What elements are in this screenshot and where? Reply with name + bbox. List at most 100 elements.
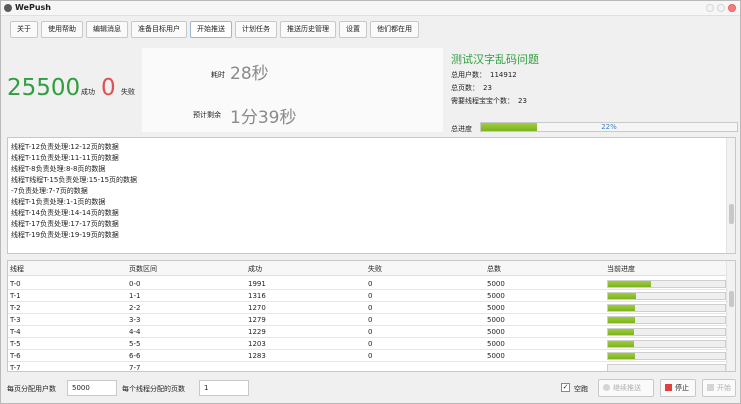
tab-3[interactable]: 准备目标用户 [131,21,187,38]
table-row[interactable]: T-0 0-0 1991 0 5000 [8,278,728,290]
remaining-label: 预计剩余 [193,111,221,119]
table-cell: T-7 [10,364,21,372]
table-row[interactable]: T-1 1-1 1316 0 5000 [8,290,728,302]
play-icon [707,384,714,391]
table-cell: T-5 [10,340,21,348]
tab-6[interactable]: 推送历史管理 [280,21,336,38]
row-progress-bar [607,352,726,360]
table-row[interactable]: T-2 2-2 1270 0 5000 [8,302,728,314]
table-cell: 5000 [487,340,505,348]
row-progress-bar [607,304,726,312]
maximize-icon[interactable] [717,4,725,12]
table-header: 线程 页数区间 成功 失败 总数 当前进度 [8,261,728,276]
app-logo-icon [4,4,12,12]
log-area[interactable]: 线程T-12负责处理:12-12页的数据 线程T-11负责处理:11-11页的数据… [7,137,736,254]
tab-1[interactable]: 使用帮助 [41,21,83,38]
table-cell: 0 [368,316,373,324]
table-cell: 5000 [487,292,505,300]
row-progress-bar [607,328,726,336]
table-cell: 0 [368,292,373,300]
table-cell: 5000 [487,328,505,336]
table-cell: 5000 [487,316,505,324]
summary-panel: 测试汉字乱码问题 总用户数： 114912 总页数： 23 需要线程宝宝个数： 23 [443,48,740,132]
table-cell: 7-7 [129,364,141,372]
window-controls [706,4,736,12]
table-cell: T-0 [10,280,21,288]
column-header[interactable]: 总数 [487,264,501,274]
row-progress-fill [608,341,634,347]
tab-bar: 关于 使用帮助 编辑消息 准备目标用户 开始推送 计划任务 推送历史管理 设置 他们都在用 [10,21,419,39]
table-cell: 5000 [487,304,505,312]
table-cell: 1283 [248,352,266,360]
table-cell: 4-4 [129,328,141,336]
table-cell: 3-3 [129,316,141,324]
table-cell: 1270 [248,304,266,312]
table-cell: 0 [368,280,373,288]
tab-4[interactable]: 开始推送 [190,21,232,38]
column-header[interactable]: 成功 [248,264,262,274]
total-pages-info: 总页数： 23 [451,83,492,93]
start-button[interactable]: 开始 [702,379,736,397]
table-cell: T-4 [10,328,21,336]
log-line: 线程T-14负责处理:14-14页的数据 [11,209,119,217]
column-header[interactable]: 失败 [368,264,382,274]
log-scrollbar[interactable] [726,138,735,253]
table-row[interactable]: T-7 7-7 [8,362,728,372]
users-per-page-label: 每页分配用户数 [7,385,56,393]
table-cell: T-2 [10,304,21,312]
row-progress-bar [607,364,726,371]
table-cell: T-1 [10,292,21,300]
log-scroll-thumb[interactable] [729,204,734,224]
resume-icon [603,384,610,391]
tab-2[interactable]: 编辑消息 [86,21,128,38]
stats-panel: 25500 成功 0 失败 测试汉字乱码问题 总用户数： 114912 总页数： 2… [1,48,740,132]
dry-run-checkbox[interactable]: ✓ [561,383,570,392]
table-row[interactable]: T-6 6-6 1283 0 5000 [8,350,728,362]
total-progress-label: 总进度 [451,125,472,133]
log-line: 线程T-1负责处理:1-1页的数据 [11,198,106,206]
pages-per-thread-input[interactable]: 1 [199,380,249,396]
stop-button-label: 停止 [675,384,689,392]
tab-8[interactable]: 他们都在用 [370,21,419,38]
bottom-toolbar: 每页分配用户数 5000 每个线程分配的页数 1 ✓ 空跑 继续推送 停止 开始 [1,378,740,398]
row-progress-bar [607,292,726,300]
table-cell: 2-2 [129,304,141,312]
elapsed-value: 28秒 [230,64,269,84]
log-line: 线程T-19负责处理:19-19页的数据 [11,231,119,239]
row-progress-fill [608,329,634,335]
tab-0[interactable]: 关于 [10,21,38,38]
table-cell: 1316 [248,292,266,300]
close-icon[interactable] [728,4,736,12]
table-cell: 0 [368,304,373,312]
table-row[interactable]: T-4 4-4 1229 0 5000 [8,326,728,338]
log-line: 线程T-8负责处理:8-8页的数据 [11,165,106,173]
minimize-icon[interactable] [706,4,714,12]
fail-count: 0 [101,75,116,101]
resume-button[interactable]: 继续推送 [598,379,654,397]
row-progress-fill [608,305,635,311]
table-cell: 6-6 [129,352,141,360]
table-cell: 0 [368,352,373,360]
column-header[interactable]: 当前进度 [607,264,635,274]
table-row[interactable]: T-5 5-5 1203 0 5000 [8,338,728,350]
column-header[interactable]: 页数区间 [129,264,157,274]
table-row[interactable]: T-3 3-3 1279 0 5000 [8,314,728,326]
total-users-label: 总用户数： [451,71,486,79]
table-scroll-thumb[interactable] [729,291,734,307]
log-line: -7负责处理:7-7页的数据 [11,187,88,195]
table-cell: 1991 [248,280,266,288]
table-cell: 5-5 [129,340,141,348]
row-progress-bar [607,280,726,288]
row-progress-bar [607,316,726,324]
table-cell: T-3 [10,316,21,324]
column-header[interactable]: 线程 [10,264,24,274]
tab-5[interactable]: 计划任务 [235,21,277,38]
table-cell: 0 [368,340,373,348]
table-cell: 5000 [487,352,505,360]
log-line: 线程T线程T-15负责处理:15-15页的数据 [11,176,138,184]
stop-button[interactable]: 停止 [660,379,696,397]
row-progress-fill [608,293,637,299]
window-title: WePush [15,3,51,12]
users-per-page-input[interactable]: 5000 [67,380,117,396]
tab-7[interactable]: 设置 [339,21,367,38]
